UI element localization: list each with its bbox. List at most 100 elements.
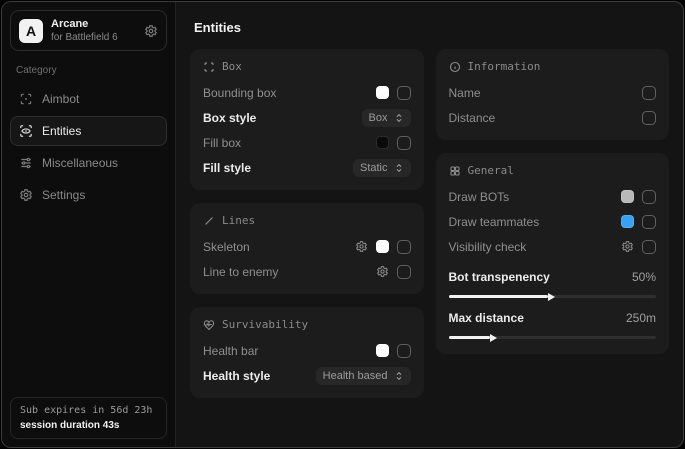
category-label: Category	[16, 65, 161, 76]
draw-bots-checkbox[interactable]	[642, 190, 656, 204]
draw-teammates-checkbox[interactable]	[642, 215, 656, 229]
panel-general-header: General	[449, 164, 657, 177]
panel-survivability: Survivability Health bar Health style	[190, 307, 424, 398]
panel-title: Information	[468, 60, 541, 73]
color-swatch[interactable]	[376, 136, 389, 149]
sidebar-item-entities[interactable]: Entities	[10, 116, 167, 146]
app-logo: A	[19, 19, 43, 43]
slider-thumb[interactable]	[548, 293, 555, 301]
row-label: Box style	[203, 111, 256, 125]
panel-information: Information Name Distance	[436, 49, 670, 140]
chevrons-up-down-icon	[394, 371, 404, 381]
row-bot-transparency: Bot transpenency 50%	[449, 266, 657, 287]
color-swatch[interactable]	[376, 86, 389, 99]
visibility-settings-gear-icon[interactable]	[621, 240, 634, 253]
row-label: Fill box	[203, 136, 241, 150]
fill-style-dropdown[interactable]: Static	[353, 159, 411, 177]
row-label: Skeleton	[203, 240, 250, 254]
max-distance-value: 250m	[626, 311, 656, 325]
dropdown-value: Box	[369, 112, 388, 124]
bounding-box-checkbox[interactable]	[397, 86, 411, 100]
grid-icon	[449, 165, 461, 177]
header-gear-icon[interactable]	[144, 24, 158, 38]
row-fill-box: Fill box	[203, 132, 411, 153]
sub-expiry-text: Sub expires in 56d 23h	[20, 405, 157, 416]
sidebar-item-settings[interactable]: Settings	[10, 180, 167, 210]
right-column: Information Name Distance	[436, 49, 670, 354]
row-label: Fill style	[203, 161, 251, 175]
visibility-check-checkbox[interactable]	[642, 240, 656, 254]
dropdown-value: Health based	[323, 370, 388, 382]
fill-box-checkbox[interactable]	[397, 136, 411, 150]
row-health-bar: Health bar	[203, 340, 411, 361]
sidebar-item-label: Entities	[42, 124, 81, 138]
panel-title: Box	[222, 60, 242, 73]
health-style-dropdown[interactable]: Health based	[316, 367, 411, 385]
panel-lines: Lines Skeleton	[190, 203, 424, 294]
line-icon	[203, 215, 215, 227]
row-max-distance: Max distance 250m	[449, 307, 657, 328]
app-meta: Arcane for Battlefield 6	[51, 18, 136, 43]
sliders-icon	[19, 156, 33, 170]
dropdown-value: Static	[360, 162, 388, 174]
row-label: Bot transpenency	[449, 270, 550, 284]
row-label: Visibility check	[449, 240, 527, 254]
sidebar-item-miscellaneous[interactable]: Miscellaneous	[10, 148, 167, 178]
row-label: Distance	[449, 111, 496, 125]
crosshair-icon	[19, 92, 33, 106]
health-bar-checkbox[interactable]	[397, 344, 411, 358]
slider-thumb[interactable]	[490, 334, 497, 342]
color-swatch[interactable]	[621, 215, 634, 228]
panel-box-header: Box	[203, 60, 411, 73]
panel-box: Box Bounding box Box style Box	[190, 49, 424, 190]
panel-information-header: Information	[449, 60, 657, 73]
row-label: Max distance	[449, 311, 524, 325]
panel-title: Lines	[222, 214, 255, 227]
info-icon	[449, 61, 461, 73]
panel-survivability-header: Survivability	[203, 318, 411, 331]
color-swatch[interactable]	[376, 344, 389, 357]
max-distance-block: Max distance 250m	[449, 307, 657, 339]
main-content: Entities Box Bounding box	[176, 2, 683, 447]
row-draw-bots: Draw BOTs	[449, 186, 657, 207]
sidebar-item-label: Settings	[42, 188, 85, 202]
line-to-enemy-checkbox[interactable]	[397, 265, 411, 279]
subscription-info-card: Sub expires in 56d 23h session duration …	[10, 397, 167, 439]
panel-general: General Draw BOTs Draw teammates	[436, 153, 670, 354]
sidebar-item-label: Aimbot	[42, 92, 79, 106]
row-name: Name	[449, 82, 657, 103]
name-checkbox[interactable]	[642, 86, 656, 100]
row-fill-style: Fill style Static	[203, 157, 411, 178]
panel-title: Survivability	[222, 318, 308, 331]
bot-transparency-slider[interactable]	[449, 295, 657, 298]
box-brackets-icon	[203, 61, 215, 73]
line-to-enemy-settings-gear-icon[interactable]	[376, 265, 389, 278]
slider-fill	[449, 295, 549, 298]
row-box-style: Box style Box	[203, 107, 411, 128]
skeleton-checkbox[interactable]	[397, 240, 411, 254]
row-line-to-enemy: Line to enemy	[203, 261, 411, 282]
skeleton-settings-gear-icon[interactable]	[355, 240, 368, 253]
box-style-dropdown[interactable]: Box	[362, 109, 411, 127]
app-subtitle: for Battlefield 6	[51, 32, 136, 43]
row-skeleton: Skeleton	[203, 236, 411, 257]
sidebar-item-label: Miscellaneous	[42, 156, 118, 170]
sidebar-item-aimbot[interactable]: Aimbot	[10, 84, 167, 114]
color-swatch[interactable]	[376, 240, 389, 253]
color-swatch[interactable]	[621, 190, 634, 203]
bot-transparency-block: Bot transpenency 50%	[449, 266, 657, 298]
row-label: Bounding box	[203, 86, 276, 100]
distance-checkbox[interactable]	[642, 111, 656, 125]
max-distance-slider[interactable]	[449, 336, 657, 339]
row-distance: Distance	[449, 107, 657, 128]
gear-icon	[19, 188, 33, 202]
row-draw-teammates: Draw teammates	[449, 211, 657, 232]
app-header-card: A Arcane for Battlefield 6	[10, 10, 167, 51]
sidebar: A Arcane for Battlefield 6 Category Aimb	[2, 2, 176, 447]
chevrons-up-down-icon	[394, 163, 404, 173]
bot-transparency-value: 50%	[632, 270, 656, 284]
panel-title: General	[468, 164, 514, 177]
row-bounding-box: Bounding box	[203, 82, 411, 103]
heart-pulse-icon	[203, 319, 215, 331]
row-label: Name	[449, 86, 481, 100]
